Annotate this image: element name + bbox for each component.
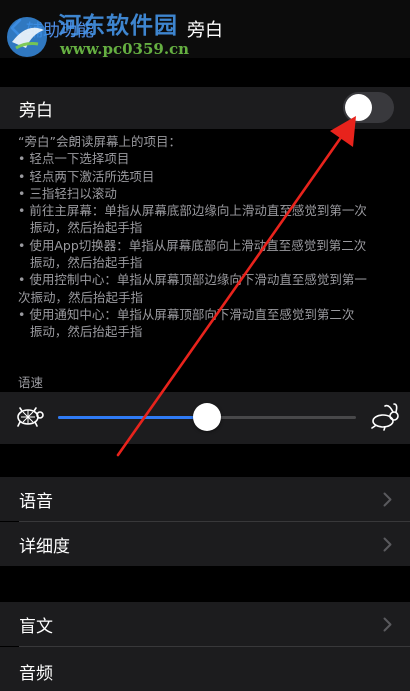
description-line: • 使用App切换器：单指从屏幕底部向上滑动直至感觉到第二次 [18,237,367,253]
toggle-knob [345,94,372,121]
menu-item-label: 详细度 [19,536,70,557]
menu-item-speech[interactable]: 语音 [0,477,410,521]
description-line: • 轻点一下选择项目 [18,151,130,167]
description-line: 振动，然后抬起手指 [18,220,143,236]
voiceover-row: 旁白 [0,87,410,129]
menu-item-verbosity[interactable]: 详细度 [0,522,410,566]
description-line: 次振动，然后抬起手指 [18,289,144,305]
menu-item-audio[interactable]: 音频 [0,647,410,691]
menu-item-label: 音频 [19,664,53,684]
speaking-rate-slider[interactable] [58,403,356,431]
speaking-rate-caption: 语速 [18,375,44,390]
page-title: 旁白 [187,20,223,41]
voiceover-description: “旁白”会朗读屏幕上的项目： • 轻点一下选择项目 • 轻点两下激活所选项目 •… [18,133,400,341]
description-line: 振动，然后抬起手指 [18,324,143,340]
description-line: • 使用通知中心：单指从屏幕顶部向下滑动直至感觉到第二次 [18,306,355,322]
description-line: • 前往主屏幕：单指从屏幕底部边缘向上滑动直至感觉到第一次 [18,203,367,219]
chevron-right-icon [383,617,392,632]
description-line: • 使用控制中心：单指从屏幕顶部边缘向下滑动直至感觉到第一 [18,272,367,288]
chevron-right-icon [383,537,392,552]
navigation-bar: 辅助功能 旁白 [0,0,410,58]
menu-item-label: 语音 [19,491,53,512]
menu-item-braille[interactable]: 盲文 [0,602,410,646]
description-line: • 三指轻扫以滚动 [18,185,117,201]
chevron-right-icon [383,492,392,507]
slider-fill [58,416,207,419]
description-intro: “旁白”会朗读屏幕上的项目： [18,134,181,149]
rabbit-icon [371,403,399,431]
speaking-rate-row [0,392,410,444]
menu-item-label: 盲文 [19,616,53,637]
voiceover-toggle[interactable] [343,92,394,123]
slider-thumb[interactable] [193,403,221,431]
description-line: 振动，然后抬起手指 [18,255,143,271]
voiceover-label: 旁白 [19,100,53,121]
description-line: • 轻点两下激活所选项目 [18,168,155,184]
turtle-icon [17,407,44,427]
